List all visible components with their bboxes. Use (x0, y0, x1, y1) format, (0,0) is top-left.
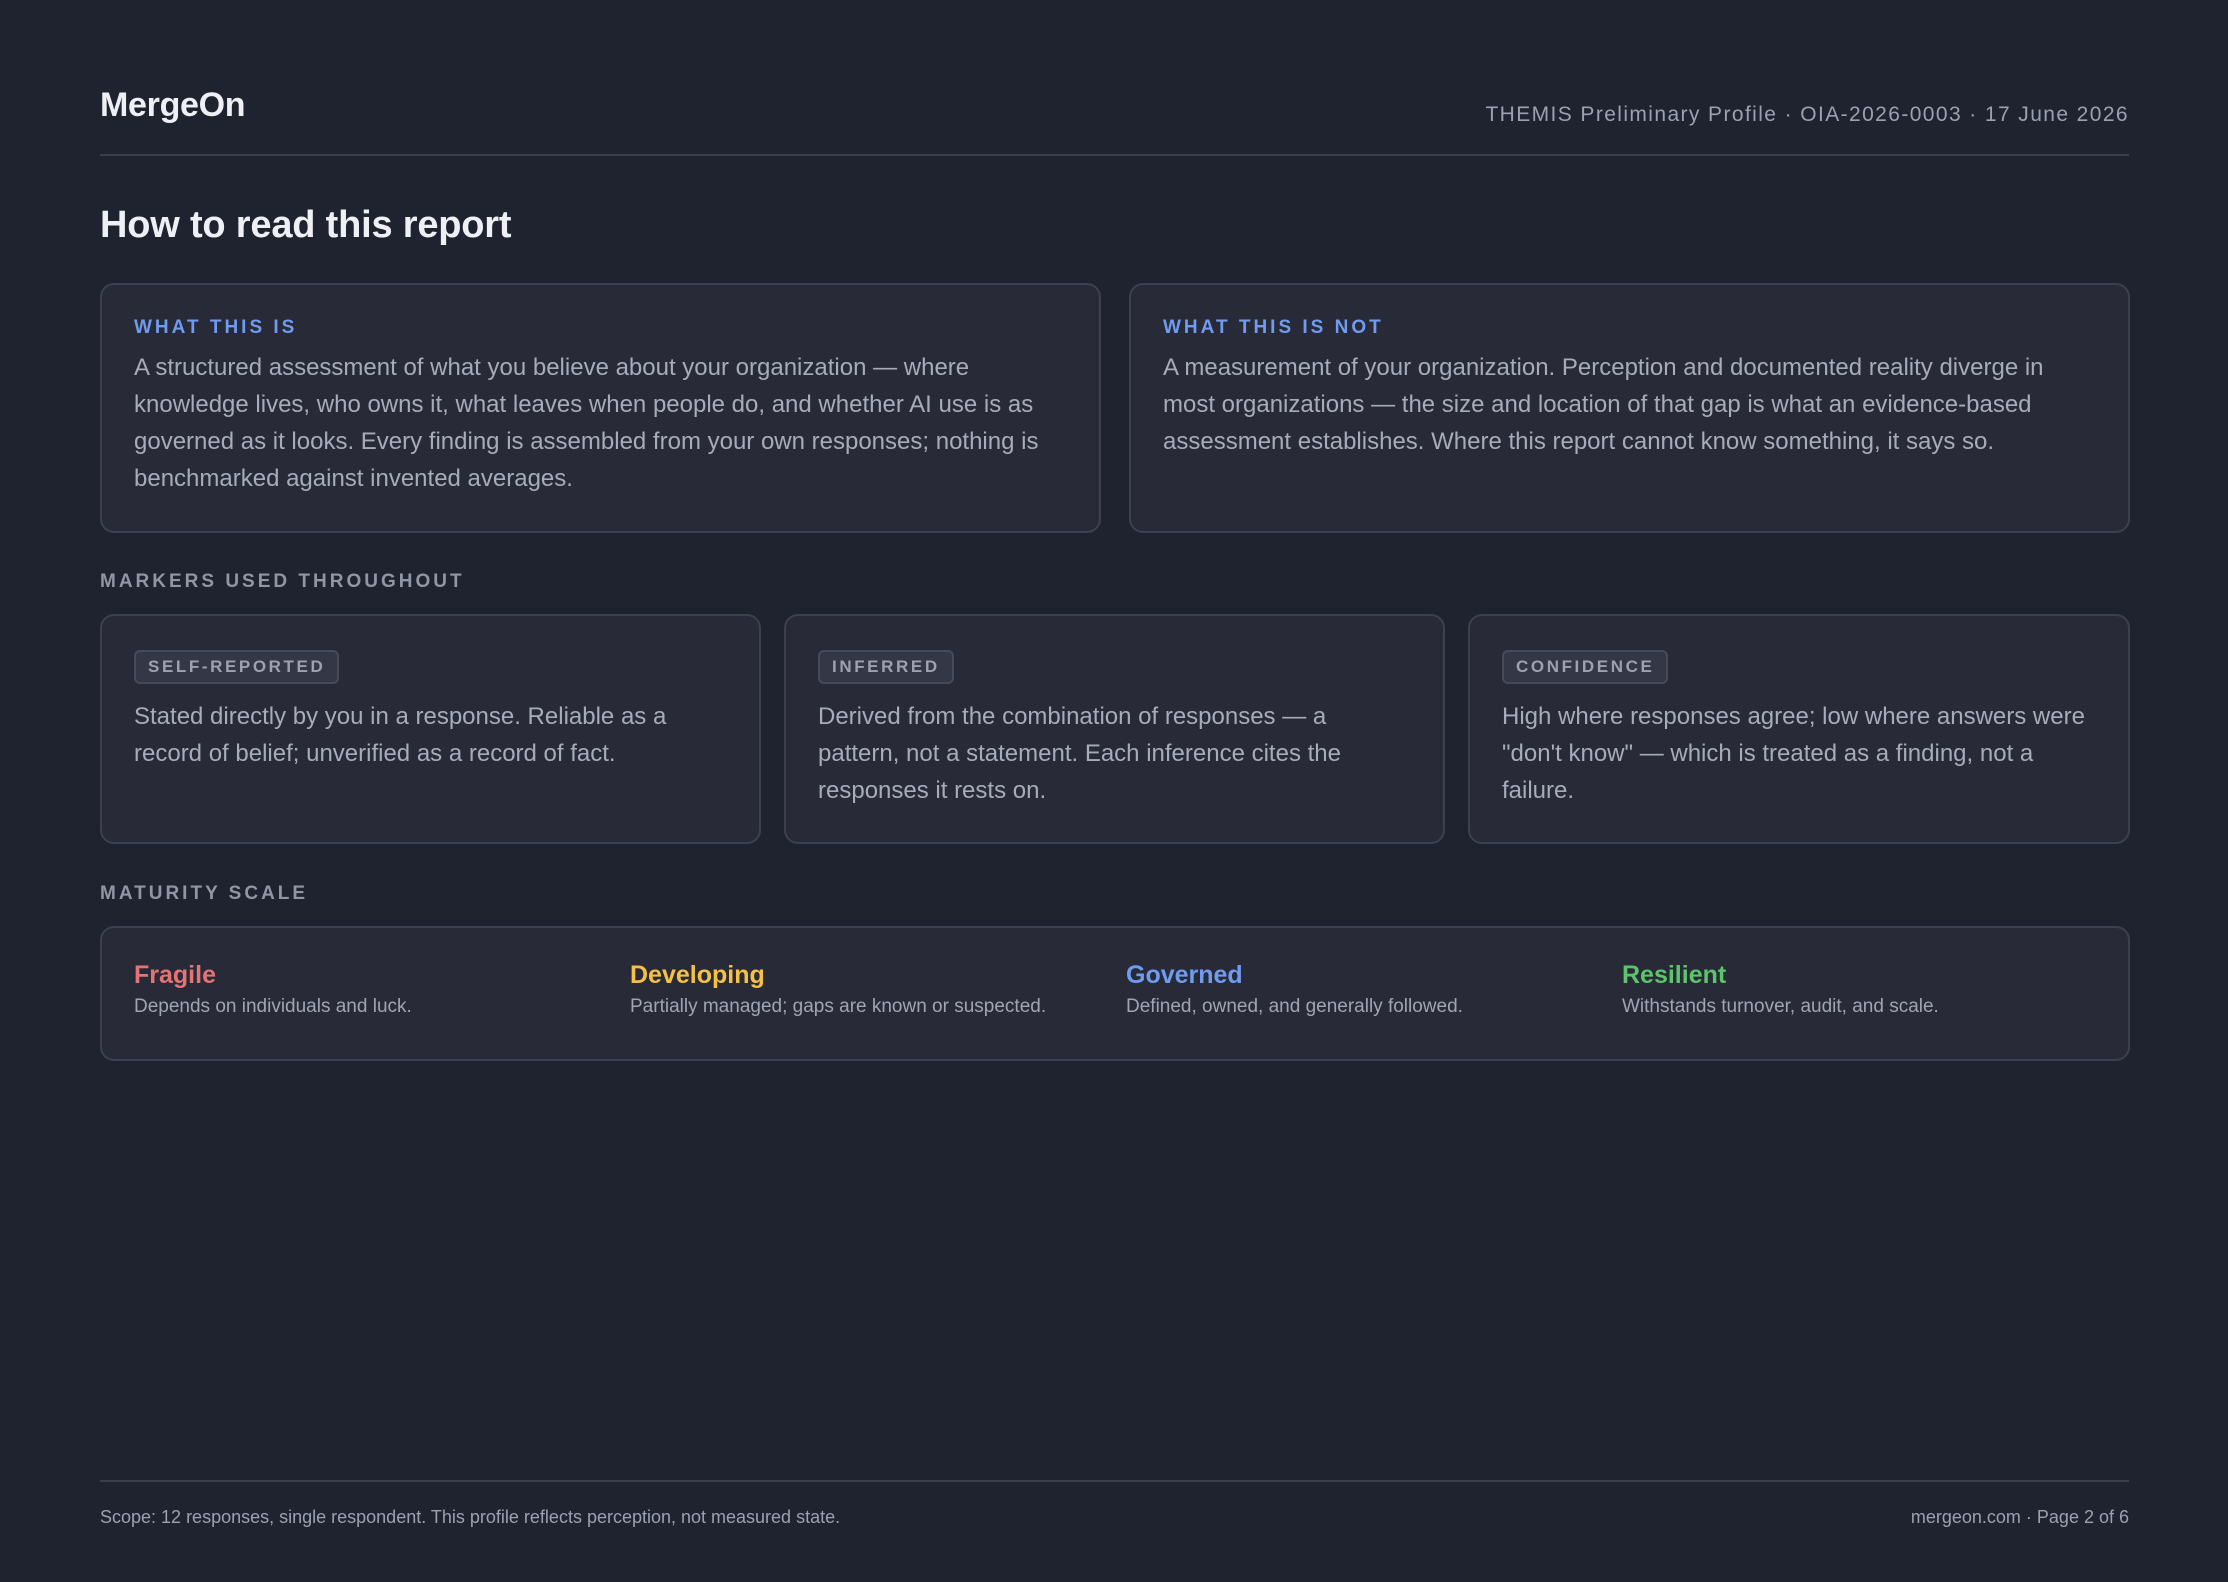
what-this-is-card: WHAT THIS IS A structured assessment of … (100, 283, 1101, 533)
maturity-level-description: Depends on individuals and luck. (134, 996, 412, 1017)
what-this-is-not-card: WHAT THIS IS NOT A measurement of your o… (1129, 283, 2130, 533)
maturity-level-name: Resilient (1622, 961, 1727, 989)
page-footer: Scope: 12 responses, single respondent. … (100, 1480, 2129, 1542)
marker-tag: CONFIDENCE (1502, 650, 1669, 684)
maturity-level-resilient: Resilient Withstands turnover, audit, an… (1622, 960, 1939, 1019)
page-number: mergeon.com · Page 2 of 6 (1910, 1507, 2129, 1527)
maturity-section-label: MATURITY SCALE (100, 883, 309, 904)
marker-description: High where responses agree; low where an… (1502, 703, 2085, 804)
maturity-level-name: Fragile (134, 961, 216, 989)
what-this-is-not-text: A measurement of your organization. Perc… (1163, 354, 2044, 455)
marker-card-inferred: INFERRED Derived from the combination of… (784, 614, 1445, 844)
maturity-level-developing: Developing Partially managed; gaps are k… (630, 960, 1046, 1019)
marker-card-confidence: CONFIDENCE High where responses agree; l… (1468, 614, 2130, 844)
marker-description: Derived from the combination of response… (818, 703, 1341, 804)
what-this-is-not-label: WHAT THIS IS NOT (1163, 317, 1384, 338)
report-meta: THEMIS Preliminary Profile · OIA-2026-00… (1485, 103, 2129, 126)
report-page: MergeOn THEMIS Preliminary Profile · OIA… (100, 0, 2130, 1582)
marker-tag: SELF-REPORTED (134, 650, 340, 684)
maturity-level-name: Developing (630, 961, 765, 989)
page-title: How to read this report (100, 204, 512, 246)
maturity-level-description: Defined, owned, and generally followed. (1126, 996, 1463, 1017)
brand-logo: MergeOn (100, 86, 246, 124)
maturity-level-name: Governed (1126, 961, 1243, 989)
markers-section-label: MARKERS USED THROUGHOUT (100, 571, 465, 592)
maturity-level-description: Partially managed; gaps are known or sus… (630, 996, 1047, 1017)
marker-tag: INFERRED (818, 650, 954, 684)
maturity-level-description: Withstands turnover, audit, and scale. (1622, 996, 1939, 1017)
what-this-is-text: A structured assessment of what you beli… (134, 354, 1039, 492)
what-this-is-label: WHAT THIS IS (134, 317, 298, 338)
maturity-level-governed: Governed Defined, owned, and generally f… (1126, 960, 1463, 1019)
page-header: MergeOn THEMIS Preliminary Profile · OIA… (100, 86, 2129, 156)
maturity-scale-card: Fragile Depends on individuals and luck.… (100, 926, 2130, 1061)
marker-card-self-reported: SELF-REPORTED Stated directly by you in … (100, 614, 761, 844)
marker-description: Stated directly by you in a response. Re… (134, 703, 667, 767)
maturity-level-fragile: Fragile Depends on individuals and luck. (134, 960, 412, 1019)
scope-note: Scope: 12 responses, single respondent. … (100, 1507, 841, 1527)
